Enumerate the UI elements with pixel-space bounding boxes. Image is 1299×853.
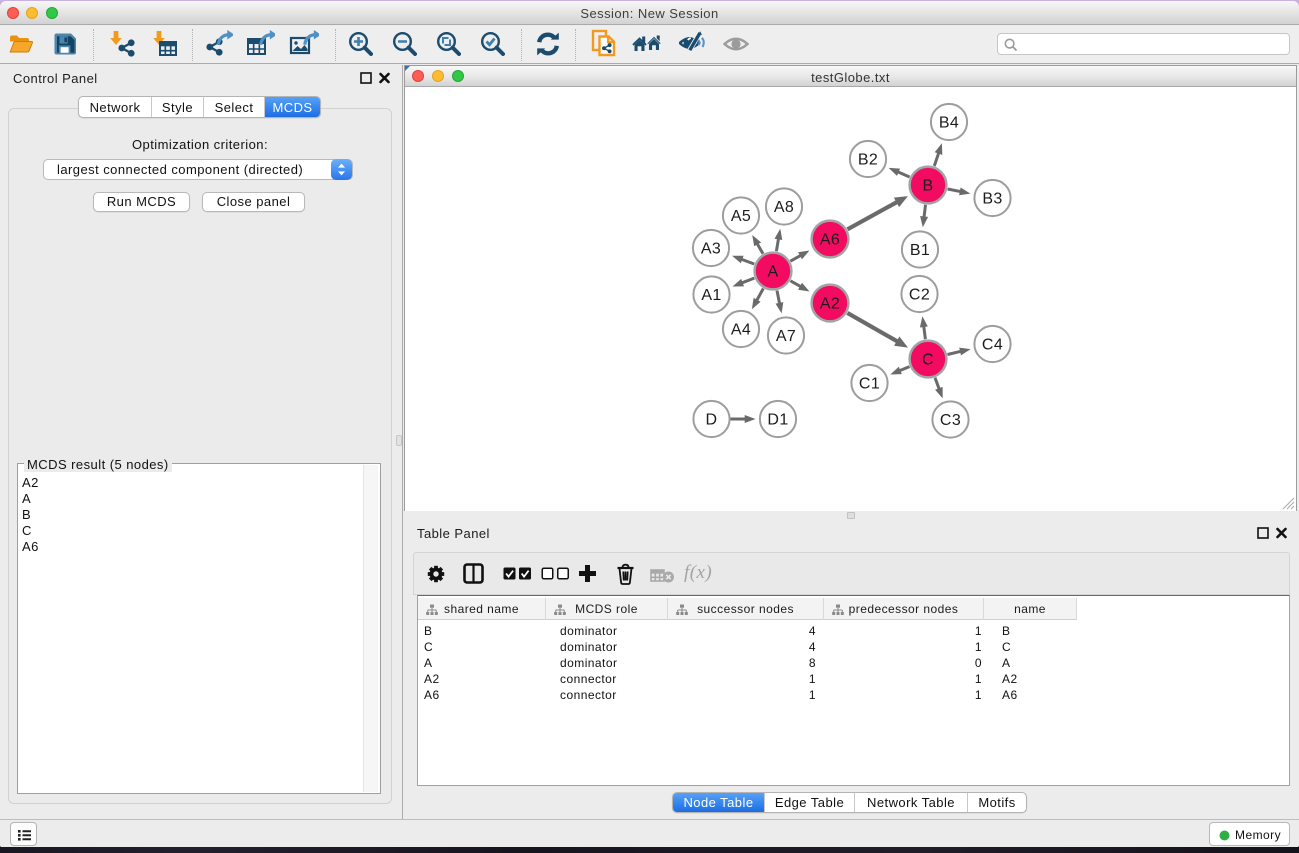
svg-text:A8: A8 xyxy=(774,199,794,216)
svg-text:B1: B1 xyxy=(910,242,930,259)
svg-text:B2: B2 xyxy=(858,152,878,169)
svg-text:A5: A5 xyxy=(731,208,751,225)
svg-text:C1: C1 xyxy=(859,376,880,393)
svg-text:D: D xyxy=(706,412,718,429)
svg-text:C3: C3 xyxy=(940,412,961,429)
svg-text:A: A xyxy=(767,264,778,281)
svg-text:B: B xyxy=(922,178,933,195)
svg-text:A1: A1 xyxy=(701,287,721,304)
svg-text:A7: A7 xyxy=(776,328,796,345)
svg-text:A3: A3 xyxy=(701,241,721,258)
svg-text:A6: A6 xyxy=(820,232,840,249)
svg-text:C4: C4 xyxy=(982,337,1003,354)
svg-text:C: C xyxy=(922,352,934,369)
svg-text:A4: A4 xyxy=(731,322,751,339)
svg-text:C2: C2 xyxy=(909,287,930,304)
svg-text:A2: A2 xyxy=(820,296,840,313)
svg-text:D1: D1 xyxy=(767,412,788,429)
svg-text:B4: B4 xyxy=(939,115,959,132)
svg-text:B3: B3 xyxy=(982,191,1002,208)
